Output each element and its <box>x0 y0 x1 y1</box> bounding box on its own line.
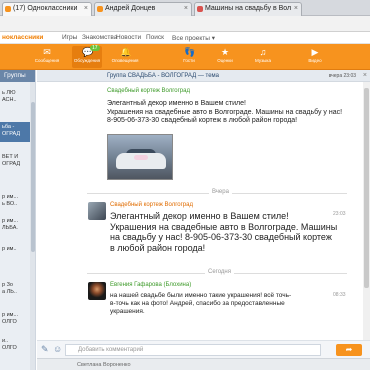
avatar[interactable] <box>88 202 106 220</box>
main-toolbar: ✉ Сообщения 17 💬 Обсуждения 🔔 Оповещения… <box>0 44 370 70</box>
toolbar-guests-button[interactable]: 👣 Гости <box>174 46 204 68</box>
scrollbar-thumb[interactable] <box>364 88 369 288</box>
nav-search[interactable]: Поиск <box>146 34 164 41</box>
message-time: 08:33 <box>333 292 346 298</box>
groups-sidebar: Группы ь ЛЮ АСН.. ьба - ОГРАД ВЕТ И ОГРА… <box>0 70 36 370</box>
group-list-item[interactable]: р им... ЛЬБА. <box>0 218 34 232</box>
tab-label: (17) Одноклассники <box>13 5 78 12</box>
close-icon[interactable]: × <box>363 72 367 79</box>
bell-icon: 🔔 <box>120 47 132 57</box>
groups-header[interactable]: Группы <box>0 70 35 82</box>
comment-bar: ✎ ☺ Добавить комментарий ➦ <box>37 340 370 358</box>
sidebar-scrollbar[interactable] <box>30 82 35 370</box>
browser-tab-bar: (17) Одноклассники × Андрей Донцев × Маш… <box>0 0 370 16</box>
ok-favicon-icon <box>5 6 11 12</box>
send-arrow-icon: ➦ <box>345 345 353 354</box>
group-list-item-selected[interactable]: ьба - ОГРАД <box>0 122 34 142</box>
browser-tab-dontsev[interactable]: Андрей Донцев × <box>94 2 192 16</box>
group-list-item[interactable]: р им... ОЛГО <box>0 312 34 326</box>
smiley-icon[interactable]: ☺ <box>53 344 62 354</box>
day-divider-label: Вчера <box>209 189 232 195</box>
message-author[interactable]: Свадебный кортеж Волгоград <box>107 88 190 94</box>
star-icon: ★ <box>220 47 230 57</box>
envelope-icon: ✉ <box>43 47 51 57</box>
nav-all-projects[interactable]: Все проекты ▾ <box>172 34 215 42</box>
message-author[interactable]: Свадебный кортеж Волгоград <box>110 202 193 208</box>
group-list-item[interactable]: р Зо а ЛЬ.. <box>0 282 34 296</box>
discussion-title[interactable]: Группа СВАДЬБА - ВОЛГОГРАД — тема <box>107 73 219 79</box>
toolbar-messages-button[interactable]: ✉ Сообщения <box>32 46 62 68</box>
tab-label: Машины на свадьбу в Вол <box>205 5 292 12</box>
close-icon[interactable]: × <box>184 5 188 12</box>
video-icon: ▶ <box>311 47 319 57</box>
discussions-count-badge: 17 <box>90 45 100 51</box>
group-list-item[interactable]: р им.. <box>0 246 34 253</box>
browser-tab-cars[interactable]: Машины на свадьбу в Вол × <box>194 2 302 16</box>
top-nav: ноклассники Игры Знакомства Новости Поис… <box>0 32 370 44</box>
message-text: на нашей свадьбе были именно такие украш… <box>110 292 292 315</box>
group-list-item[interactable]: и.. ОЛГО <box>0 338 34 352</box>
discussion-pane: Группа СВАДЬБА - ВОЛГОГРАД — тема вчера … <box>37 70 370 370</box>
footprints-icon: 👣 <box>184 47 196 57</box>
group-list-item[interactable]: ь ЛЮ АСН.. <box>0 90 34 104</box>
send-button[interactable]: ➦ <box>336 344 362 356</box>
heart-favicon-icon <box>197 6 203 12</box>
nav-games[interactable]: Игры <box>62 34 77 41</box>
toolbar-music-button[interactable]: ♫ Музыка <box>248 46 278 68</box>
scrollbar-thumb[interactable] <box>31 102 35 252</box>
toolbar-ratings-button[interactable]: ★ Оценки <box>210 46 240 68</box>
ok-favicon-icon <box>97 6 103 12</box>
toolbar-discussions-button[interactable]: 17 💬 Обсуждения <box>72 45 102 68</box>
day-divider-label: Сегодня <box>205 269 234 275</box>
tab-label: Андрей Донцев <box>105 5 156 12</box>
discussion-scrollbar[interactable] <box>363 82 370 340</box>
message-author[interactable]: Евгения Гафарова (Блохина) <box>110 282 191 288</box>
discussion-time: вчера 23:03 <box>328 73 356 79</box>
group-list-item[interactable]: ВЕТ И ОГРАД <box>0 154 34 168</box>
message-text: Элегантный декор именно в Вашем стиле! У… <box>110 211 338 253</box>
group-list-item[interactable]: р им... ь ВО.. <box>0 194 34 208</box>
car-photo[interactable] <box>107 134 173 180</box>
browser-tab-odnoklassniki[interactable]: (17) Одноклассники × <box>2 2 92 16</box>
avatar[interactable] <box>88 282 106 300</box>
discussion-header: Группа СВАДЬБА - ВОЛГОГРАД — тема вчера … <box>37 70 370 82</box>
message-text: Элегантный декор именно в Вашем стиле! У… <box>107 100 343 124</box>
comment-input[interactable]: Добавить комментарий <box>65 344 321 356</box>
nav-news[interactable]: Новости <box>116 34 141 41</box>
pencil-icon[interactable]: ✎ <box>41 344 49 355</box>
toolbar-notifications-button[interactable]: 🔔 Оповещения <box>110 46 140 68</box>
nav-dating[interactable]: Знакомства <box>82 34 117 41</box>
site-logo[interactable]: ноклассники <box>2 34 43 41</box>
music-icon: ♫ <box>259 47 267 57</box>
close-icon[interactable]: × <box>294 5 298 12</box>
toolbar-video-button[interactable]: ▶ Видео <box>300 46 330 68</box>
status-text: Светлана Вороненко <box>77 362 131 368</box>
status-bar: Светлана Вороненко <box>37 358 370 370</box>
address-bar[interactable] <box>0 16 370 32</box>
message-time: 23:03 <box>333 211 346 217</box>
close-icon[interactable]: × <box>84 5 88 12</box>
